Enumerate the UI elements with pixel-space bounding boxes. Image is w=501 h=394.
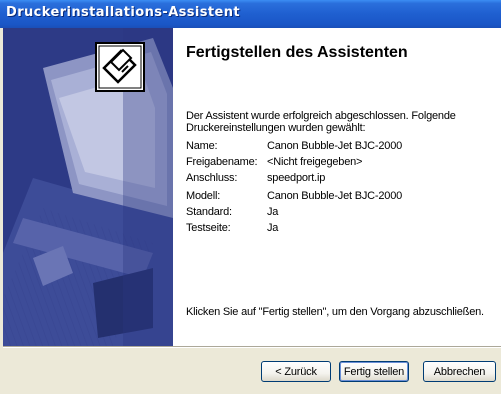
setting-label: Anschluss: [186,172,238,184]
wizard-side-banner [3,28,173,346]
setting-label: Testseite: [186,222,231,234]
setting-row-share-name: Freigabename: <Nicht freigegeben> [186,156,491,170]
setting-label: Standard: [186,206,232,218]
intro-text: Der Assistent wurde erfolgreich abgeschl… [186,110,456,134]
wizard-window: Fertigstellen des Assistenten Der Assist… [3,28,501,394]
setting-row-name: Name: Canon Bubble-Jet BJC-2000 [186,140,491,154]
setting-label: Modell: [186,190,221,202]
footer-divider [3,346,501,348]
printer-watermark-graphic [3,28,173,346]
setting-row-port: Anschluss: speedport.ip [186,172,491,186]
setting-value: Ja [267,222,279,234]
wizard-content: Fertigstellen des Assistenten Der Assist… [173,28,501,346]
back-button[interactable]: < Zurück [261,361,331,382]
setting-label: Freigabename: [186,156,258,168]
setting-value: Canon Bubble-Jet BJC-2000 [267,140,403,152]
setting-value: Ja [267,206,279,218]
finish-button[interactable]: Fertig stellen [339,361,409,382]
setting-value: Canon Bubble-Jet BJC-2000 [267,190,403,202]
window-title: Druckerinstallations-Assistent [6,5,241,20]
cancel-button[interactable]: Abbrechen [423,361,496,382]
setting-row-default: Standard: Ja [186,206,491,220]
setting-row-test-page: Testseite: Ja [186,222,491,236]
finish-instruction: Klicken Sie auf "Fertig stellen", um den… [186,306,484,318]
setting-value: speedport.ip [267,172,326,184]
title-bar[interactable]: Druckerinstallations-Assistent [0,0,501,28]
page-title: Fertigstellen des Assistenten [186,44,408,61]
setting-row-model: Modell: Canon Bubble-Jet BJC-2000 [186,190,491,204]
setting-value: <Nicht freigegeben> [267,156,363,168]
setting-label: Name: [186,140,218,152]
printer-icon [95,42,145,92]
